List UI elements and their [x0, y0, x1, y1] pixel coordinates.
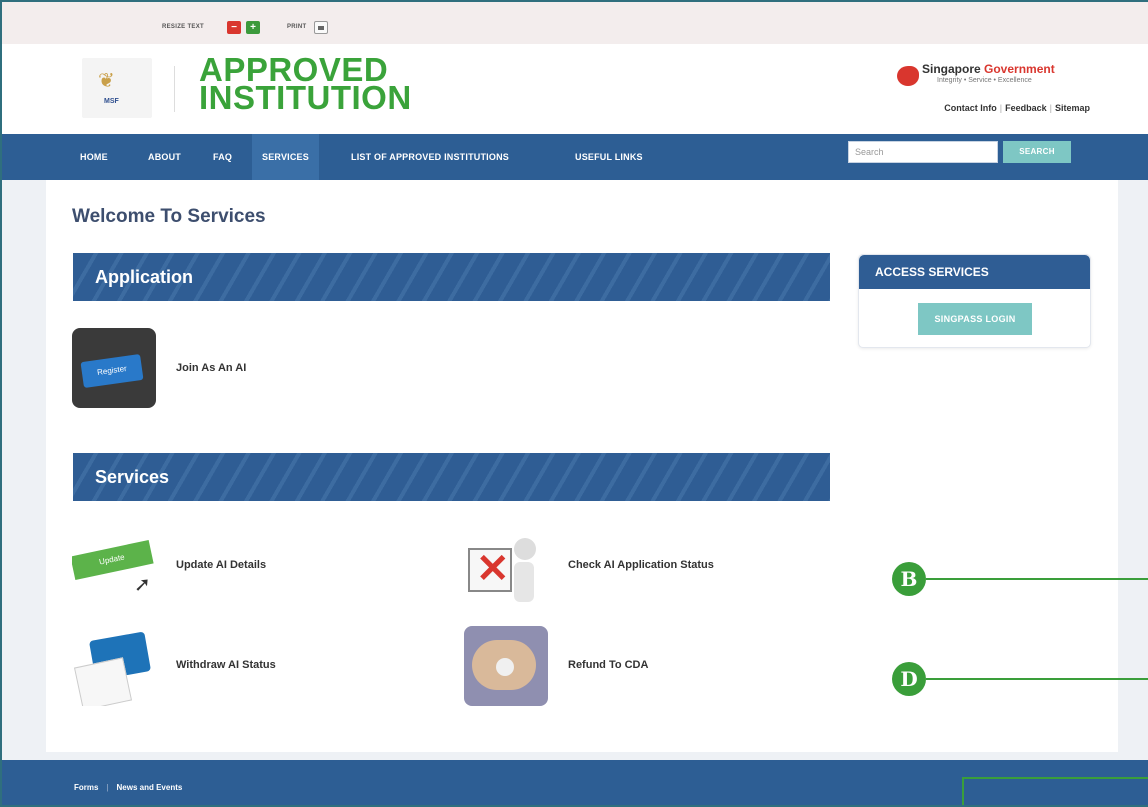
figure-body	[514, 562, 534, 602]
refund-icon[interactable]	[464, 626, 548, 706]
callout-b-line	[926, 578, 1148, 580]
header-links: Contact Info | Feedback | Sitemap	[944, 103, 1090, 113]
msf-logo-text: MSF	[104, 98, 119, 105]
register-keyboard-icon[interactable]: Register	[72, 328, 156, 408]
nav-faq[interactable]: FAQ	[213, 134, 232, 180]
coin-icon	[496, 658, 514, 676]
singpass-login-button[interactable]: SINGPASS LOGIN	[918, 303, 1032, 335]
resize-text-label: RESIZE TEXT	[162, 24, 204, 30]
update-ai-details-link[interactable]: Update AI Details	[176, 559, 266, 571]
page-frame: RESIZE TEXT − + PRINT ❦ MSF APPROVED INS…	[0, 0, 1148, 807]
register-key: Register	[80, 353, 144, 389]
gov-name[interactable]: Singapore Government	[922, 62, 1055, 76]
figure-head	[514, 538, 536, 560]
footer-separator: |	[106, 783, 109, 792]
gov-name-part1: Singapore	[922, 62, 985, 76]
footer-forms-link[interactable]: Forms	[74, 783, 98, 792]
cursor-icon: ➚	[134, 574, 151, 596]
site-title[interactable]: APPROVED INSTITUTION	[199, 53, 412, 116]
footer-news-events-link[interactable]: News and Events	[117, 783, 183, 792]
msf-logo[interactable]: ❦ MSF	[82, 58, 152, 118]
search-input[interactable]: Search	[848, 141, 998, 163]
singapore-lion-icon	[897, 66, 919, 86]
callout-b: B	[892, 562, 926, 596]
feedback-link[interactable]: Feedback	[1005, 103, 1047, 113]
footer-links: Forms | News and Events	[74, 783, 182, 792]
link-separator: |	[1049, 103, 1052, 113]
utility-bar: RESIZE TEXT − + PRINT	[2, 2, 1148, 44]
decrease-text-button[interactable]: −	[227, 21, 241, 34]
site-title-line2: INSTITUTION	[199, 79, 412, 116]
cross-mark-icon: ✕	[476, 547, 510, 591]
contact-info-link[interactable]: Contact Info	[944, 103, 997, 113]
callout-d-line	[926, 678, 1148, 680]
print-label[interactable]: PRINT	[287, 24, 307, 30]
withdraw-ai-status-link[interactable]: Withdraw AI Status	[176, 659, 276, 671]
logo-divider	[174, 66, 175, 112]
paper-sheet	[73, 657, 133, 706]
callout-d: D	[892, 662, 926, 696]
nav-list-of-approved-institutions[interactable]: LIST OF APPROVED INSTITUTIONS	[351, 134, 509, 180]
page-title: Welcome To Services	[72, 206, 266, 227]
nav-about[interactable]: ABOUT	[148, 134, 181, 180]
check-ai-application-status-link[interactable]: Check AI Application Status	[568, 559, 714, 571]
search-button[interactable]: SEARCH	[1003, 141, 1071, 163]
sitemap-link[interactable]: Sitemap	[1055, 103, 1090, 113]
access-services-panel: ACCESS SERVICES SINGPASS LOGIN	[858, 254, 1091, 348]
nav-home[interactable]: HOME	[80, 134, 108, 180]
link-separator: |	[999, 103, 1003, 113]
update-icon[interactable]: Update ➚	[72, 528, 156, 608]
access-services-heading: ACCESS SERVICES	[859, 255, 1090, 289]
callout-frame	[962, 777, 1148, 805]
print-icon[interactable]	[314, 21, 328, 34]
msf-logo-mark-icon: ❦	[98, 68, 115, 92]
gov-name-part2: Government	[984, 62, 1055, 76]
services-heading: Services	[73, 453, 830, 501]
join-as-ai-link[interactable]: Join As An AI	[176, 362, 246, 374]
refund-to-cda-link[interactable]: Refund To CDA	[568, 659, 648, 671]
gov-tagline: Integrity • Service • Excellence	[937, 77, 1032, 84]
withdraw-icon[interactable]	[72, 626, 156, 706]
increase-text-button[interactable]: +	[246, 21, 260, 34]
nav-useful-links[interactable]: USEFUL LINKS	[575, 134, 643, 180]
check-status-icon[interactable]: ✕	[464, 528, 548, 608]
site-header: ❦ MSF APPROVED INSTITUTION Singapore Gov…	[2, 44, 1148, 134]
application-heading: Application	[73, 253, 830, 301]
nav-services[interactable]: SERVICES	[252, 134, 319, 180]
